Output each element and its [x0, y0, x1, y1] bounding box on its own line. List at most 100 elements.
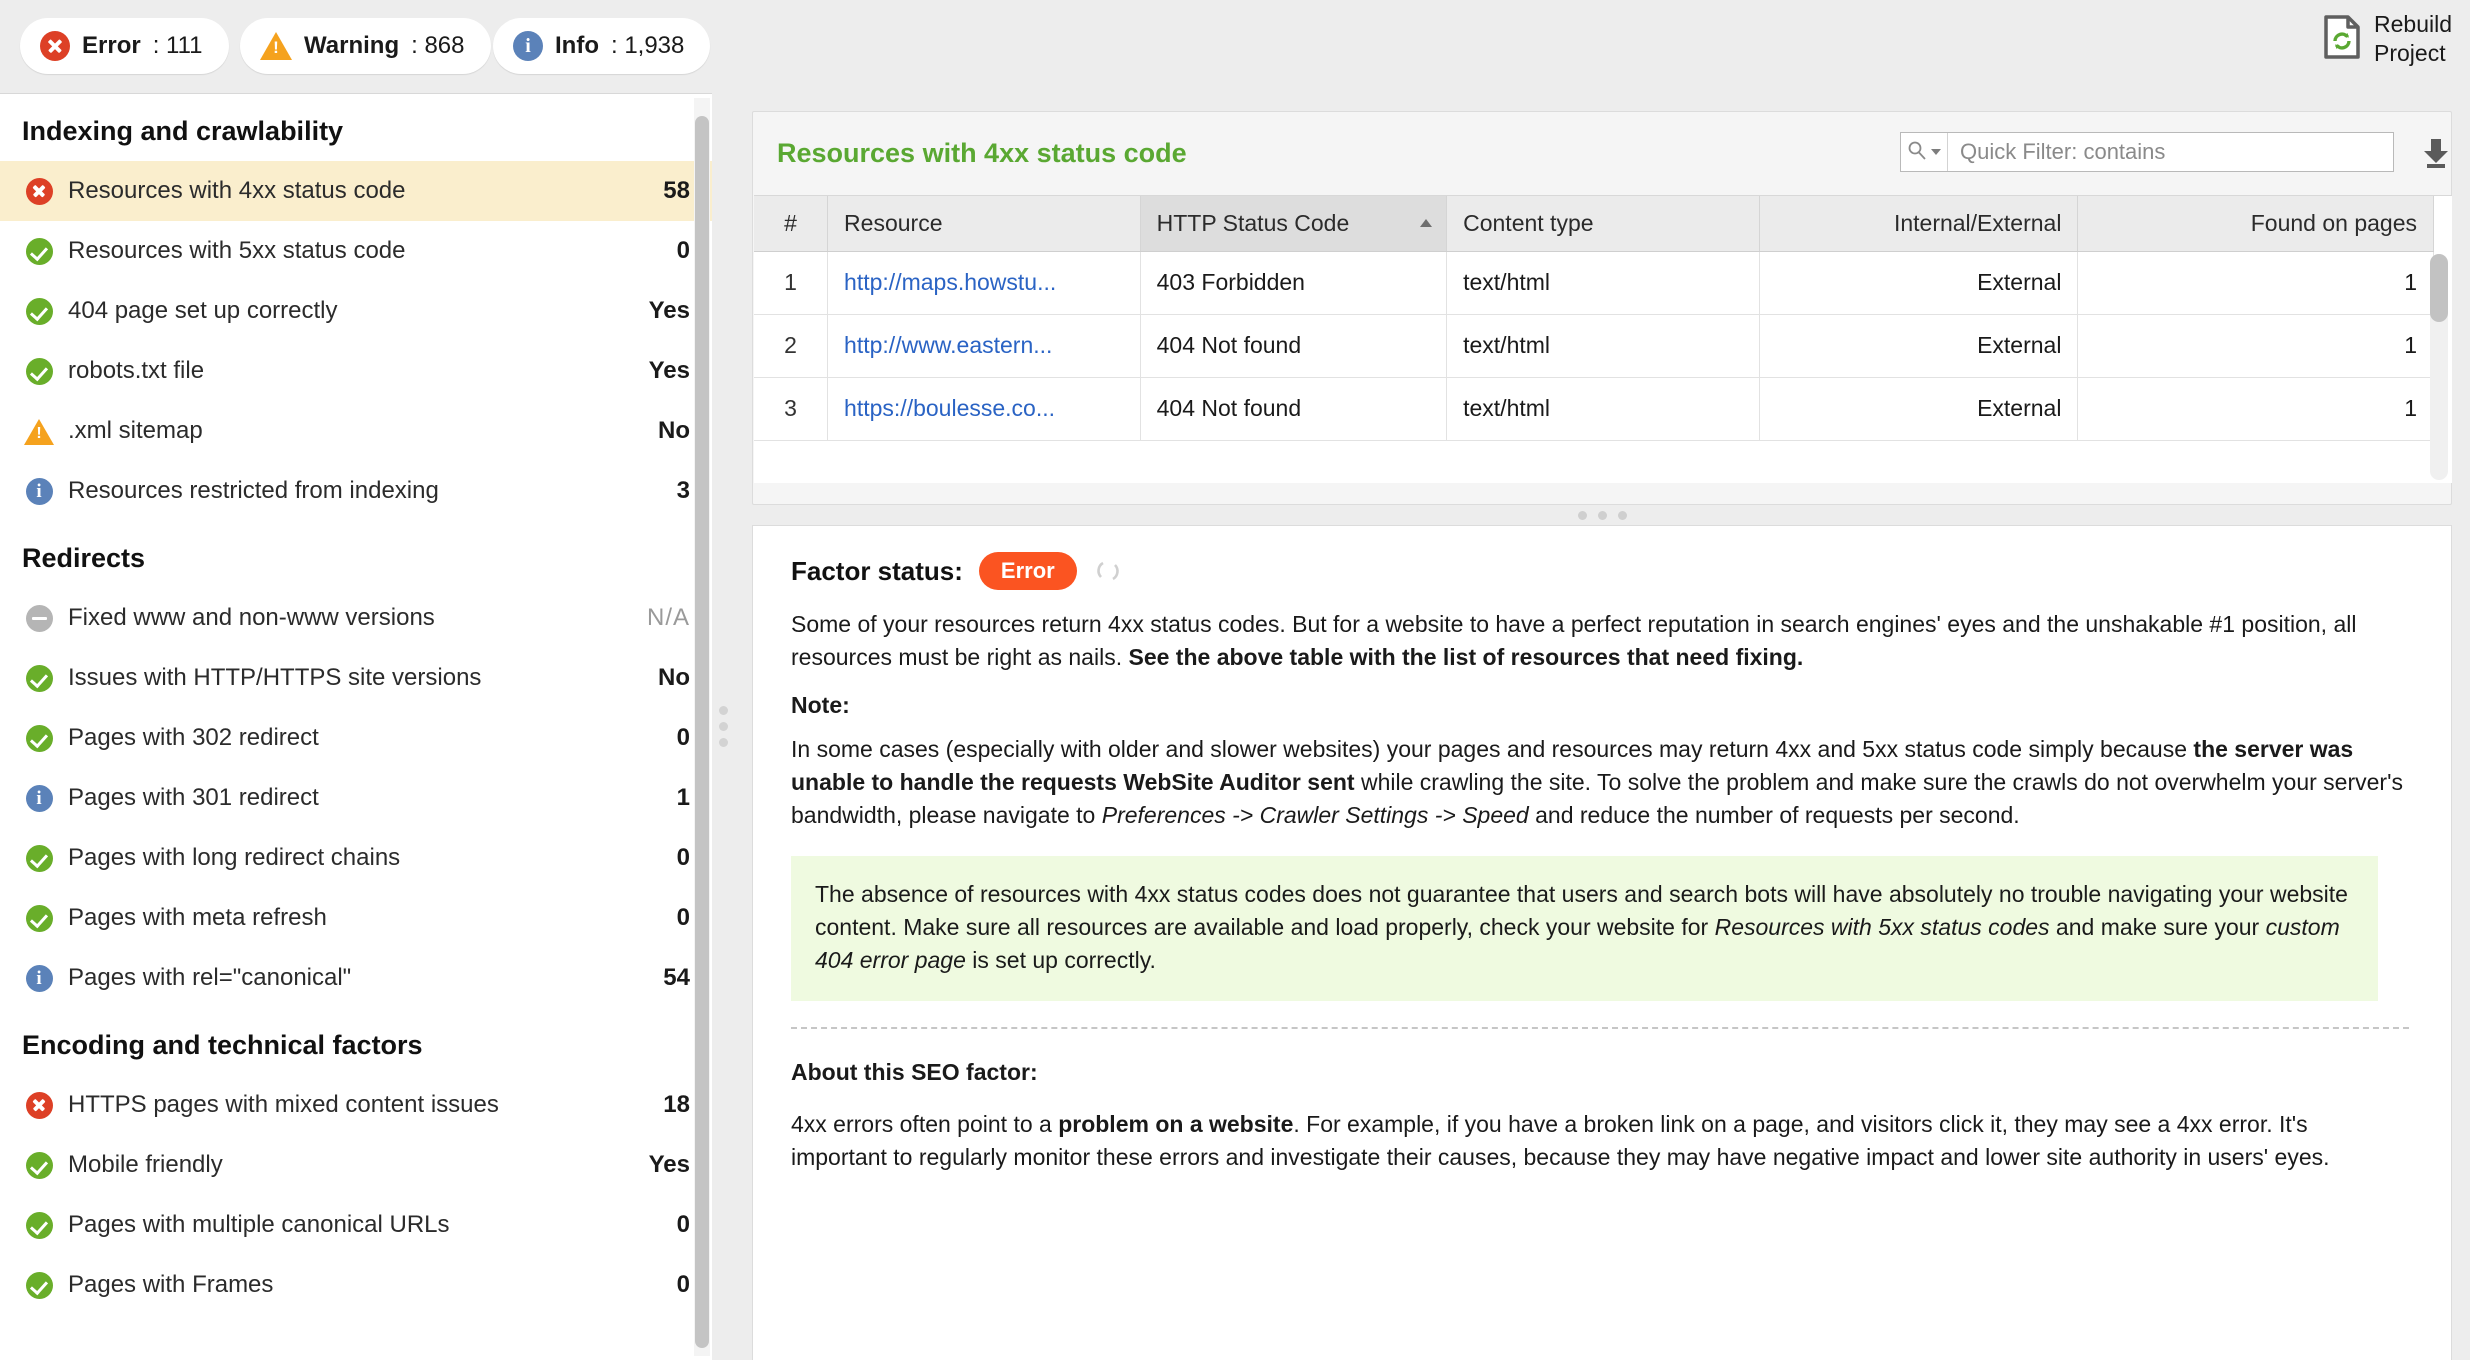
- sidebar-factor-row[interactable]: Resources restricted from indexing 3: [0, 461, 712, 521]
- sidebar-factor-value: 0: [676, 1211, 690, 1238]
- note-text-e: and reduce the number of requests per se…: [1528, 802, 2020, 828]
- resource-link[interactable]: http://maps.howstu...: [844, 269, 1056, 295]
- sidebar-factor-row[interactable]: 404 page set up correctly Yes: [0, 281, 712, 341]
- error-circle-icon: [40, 31, 70, 61]
- horizontal-splitter-handle[interactable]: [752, 505, 2452, 525]
- table-row[interactable]: 1 http://maps.howstu... 403 Forbidden text/…: [754, 251, 2434, 315]
- quick-filter-search-button[interactable]: [1901, 133, 1948, 171]
- note-paragraph: In some cases (especially with older and…: [791, 733, 2407, 832]
- refresh-icon[interactable]: [1093, 556, 1123, 586]
- status-badge: Error: [978, 552, 1077, 590]
- sidebar-factor-value: 1: [676, 784, 690, 811]
- row-number-cell: 2: [754, 314, 829, 378]
- resource-cell[interactable]: http://maps.howstu...: [827, 251, 1141, 315]
- resource-link[interactable]: https://boulesse.co...: [844, 395, 1055, 421]
- sidebar-factor-value: Yes: [648, 1151, 690, 1178]
- rebuild-project-button[interactable]: Rebuild Project: [2324, 10, 2452, 68]
- sidebar-factor-row[interactable]: Pages with 301 redirect 1: [0, 768, 712, 828]
- resource-cell[interactable]: http://www.eastern...: [827, 314, 1141, 378]
- resource-link[interactable]: http://www.eastern...: [844, 332, 1052, 358]
- sidebar-factor-label: Pages with meta refresh: [68, 904, 327, 931]
- internal-external-cell: External: [1759, 314, 2079, 378]
- quick-filter-input[interactable]: [1948, 133, 2393, 171]
- tip-paragraph: The absence of resources with 4xx status…: [815, 878, 2354, 977]
- table-column-header[interactable]: #: [754, 196, 829, 252]
- sidebar-factor-label: Pages with Frames: [68, 1271, 274, 1298]
- about-text-a: 4xx errors often point to a: [791, 1111, 1059, 1137]
- error-pill-value: : 111: [152, 32, 203, 59]
- note-text-a: In some cases (especially with older and…: [791, 736, 2194, 762]
- warning-count-pill[interactable]: Warning : 868: [240, 18, 491, 74]
- table-column-header[interactable]: Internal/External: [1759, 196, 2079, 252]
- sidebar-factor-label: .xml sitemap: [68, 417, 203, 444]
- sidebar-factor-row[interactable]: HTTPS pages with mixed content issues 18: [0, 1075, 712, 1135]
- warning-triangle-icon: [260, 32, 292, 60]
- sidebar-scrollbar-thumb[interactable]: [695, 116, 709, 1348]
- right-edge-strip: [2452, 93, 2470, 1360]
- table-column-header[interactable]: Found on pages: [2077, 196, 2434, 252]
- sidebar-factor-row[interactable]: Pages with meta refresh 0: [0, 888, 712, 948]
- sidebar-factor-label: Pages with rel="canonical": [68, 964, 352, 991]
- check-circle-icon: [25, 664, 53, 692]
- table-row[interactable]: 3 https://boulesse.co... 404 Not found text…: [754, 377, 2434, 441]
- table-column-header[interactable]: HTTP Status Code: [1140, 196, 1448, 252]
- table-card-header: Resources with 4xx status code: [753, 112, 2451, 195]
- factor-status-icon-wrap: [22, 418, 56, 445]
- splitter-dots-icon: [718, 706, 728, 747]
- found-on-pages-cell: 1: [2077, 251, 2434, 315]
- sidebar-factor-row[interactable]: Pages with 302 redirect 0: [0, 708, 712, 768]
- splitter-dot: [1597, 510, 1607, 520]
- intro-paragraph: Some of your resources return 4xx status…: [791, 608, 2407, 674]
- sidebar-factor-value: 0: [676, 844, 690, 871]
- sidebar-factor-row[interactable]: Resources with 5xx status code 0: [0, 221, 712, 281]
- sidebar-factor-value: 0: [676, 724, 690, 751]
- sidebar-factor-row[interactable]: robots.txt file Yes: [0, 341, 712, 401]
- quick-filter-field[interactable]: [1900, 132, 2394, 172]
- error-pill-label: Error: [82, 32, 141, 59]
- sidebar-factor-row[interactable]: Mobile friendly Yes: [0, 1135, 712, 1195]
- vertical-splitter-handle[interactable]: [712, 93, 734, 1360]
- sidebar-factor-row[interactable]: Issues with HTTP/HTTPS site versions No: [0, 648, 712, 708]
- sidebar-factor-value: N/A: [646, 604, 690, 631]
- sidebar-factor-label: 404 page set up correctly: [68, 297, 338, 324]
- tip-callout-box: The absence of resources with 4xx status…: [791, 856, 2378, 1001]
- sidebar-factor-label: robots.txt file: [68, 357, 205, 384]
- sidebar-factor-value: 3: [676, 477, 690, 504]
- row-number-cell: 3: [754, 377, 829, 441]
- sidebar-factor-row[interactable]: Pages with long redirect chains 0: [0, 828, 712, 888]
- table-column-header[interactable]: Content type: [1446, 196, 1760, 252]
- sidebar-factor-row[interactable]: Fixed www and non-www versions N/A: [0, 588, 712, 648]
- content-type-cell: text/html: [1446, 377, 1760, 441]
- sidebar-factor-row[interactable]: Pages with Frames 0: [0, 1255, 712, 1315]
- table-body: 1 http://maps.howstu... 403 Forbidden text/…: [754, 251, 2434, 441]
- factor-status-icon-wrap: [22, 664, 56, 692]
- resource-cell[interactable]: https://boulesse.co...: [827, 377, 1141, 441]
- splitter-dot: [1617, 510, 1627, 520]
- not-applicable-icon: [25, 604, 53, 632]
- factor-status-icon-wrap: [22, 477, 56, 505]
- table-scrollbar-thumb[interactable]: [2430, 254, 2448, 322]
- sidebar-factor-value: 0: [676, 237, 690, 264]
- resources-table-card: Resources with 4xx status code Quick Fil…: [752, 111, 2452, 505]
- sidebar-factor-row[interactable]: Pages with rel="canonical" 54: [0, 948, 712, 1008]
- check-circle-icon: [25, 1211, 53, 1239]
- tip-text-c: and make sure your: [2049, 914, 2266, 940]
- table-column-header[interactable]: Resource: [827, 196, 1141, 252]
- sidebar-factor-label: Pages with 301 redirect: [68, 784, 319, 811]
- error-count-pill[interactable]: Error : 111: [20, 18, 229, 74]
- table-row[interactable]: 2 http://www.eastern... 404 Not found text/…: [754, 314, 2434, 378]
- chevron-down-icon: [1931, 149, 1941, 155]
- download-icon[interactable]: [2416, 132, 2456, 174]
- sidebar-factor-value: 18: [663, 1091, 690, 1118]
- table-vertical-scrollbar[interactable]: [2430, 254, 2448, 480]
- sidebar-factor-row[interactable]: Resources with 4xx status code 58: [0, 161, 712, 221]
- sidebar-factor-row[interactable]: Pages with multiple canonical URLs 0: [0, 1195, 712, 1255]
- sidebar-factor-row[interactable]: .xml sitemap No: [0, 401, 712, 461]
- info-pill-label: Info: [555, 32, 599, 59]
- info-count-pill[interactable]: Info : 1,938: [493, 18, 711, 74]
- sidebar-scrollbar[interactable]: [694, 98, 710, 1356]
- intro-text-b: See the above table with the list of res…: [1128, 644, 1804, 670]
- factor-status-icon-wrap: [22, 1211, 56, 1239]
- column-header-label: HTTP Status Code: [1156, 209, 1350, 236]
- sidebar-factor-value: 0: [676, 1271, 690, 1298]
